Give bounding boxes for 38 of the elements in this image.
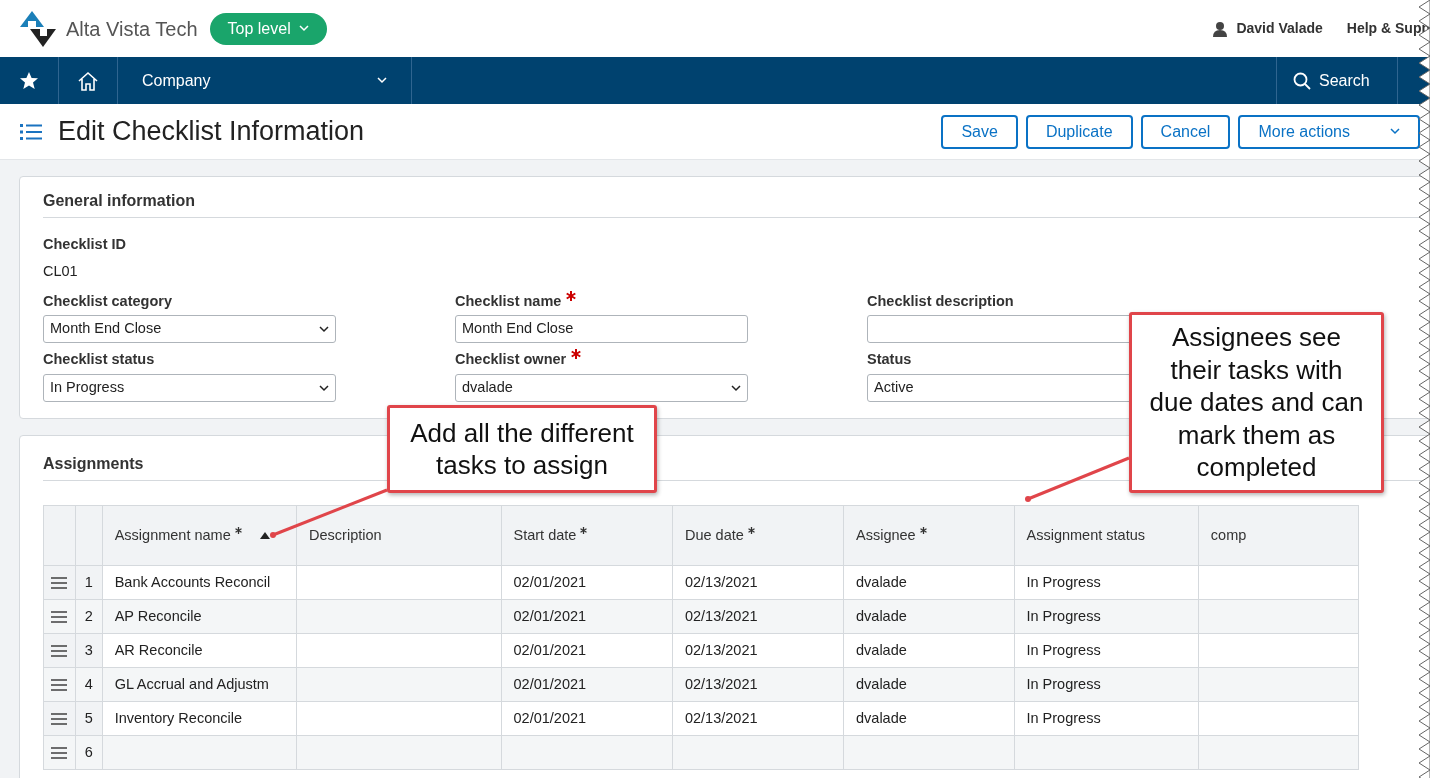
callout-tooltip: Assignees see their tasks with due dates and can mark them as completed [1129,312,1384,493]
table-cell: Inventory Reconcile [102,701,297,736]
table-cell: In Progress [1014,633,1199,668]
table-cell: GL Accrual and Adjustm [102,667,297,702]
page-title: Edit Checklist Information [58,115,365,148]
table-cell: 02/13/2021 [672,599,844,634]
table-cell: 02/01/2021 [501,565,673,600]
callout-tooltip: Add all the different tasks to assign [387,405,657,493]
field-label: Status [867,350,912,370]
table-cell: 02/13/2021 [672,667,844,702]
table-cell: AR Reconcile [102,633,297,668]
table-cell: dvalade [843,633,1014,668]
field-label: Checklist status [43,350,155,370]
table-cell: AP Reconcile [102,599,297,634]
table-cell: 02/13/2021 [672,633,844,668]
table-cell: dvalade [843,565,1014,600]
field-label: Checklist category [43,291,172,311]
field-label: Checklist ID [43,235,126,254]
table-cell: dvalade [843,667,1014,702]
field-label: Checklist description [867,291,1014,311]
table-cell: 02/01/2021 [501,667,673,702]
table-cell: In Progress [1014,667,1199,702]
company-name: Alta Vista Tech [66,16,198,42]
table-cell: 02/13/2021 [672,565,844,600]
table-cell: 02/13/2021 [672,701,844,736]
table-cell: dvalade [843,701,1014,736]
table-cell: 02/01/2021 [501,633,673,668]
table-cell: In Progress [1014,701,1199,736]
table-cell: In Progress [1014,565,1199,600]
section-title: General information [43,189,1423,218]
table-cell: In Progress [1014,599,1199,634]
field-label: Checklist name [455,291,562,311]
table-cell: Bank Accounts Reconcil [102,565,297,600]
table-cell: 02/01/2021 [501,701,673,736]
field-value: CL01 [43,261,79,281]
table-cell: dvalade [843,599,1014,634]
field-label: Checklist owner [455,350,567,370]
table-cell: 02/01/2021 [501,599,673,634]
